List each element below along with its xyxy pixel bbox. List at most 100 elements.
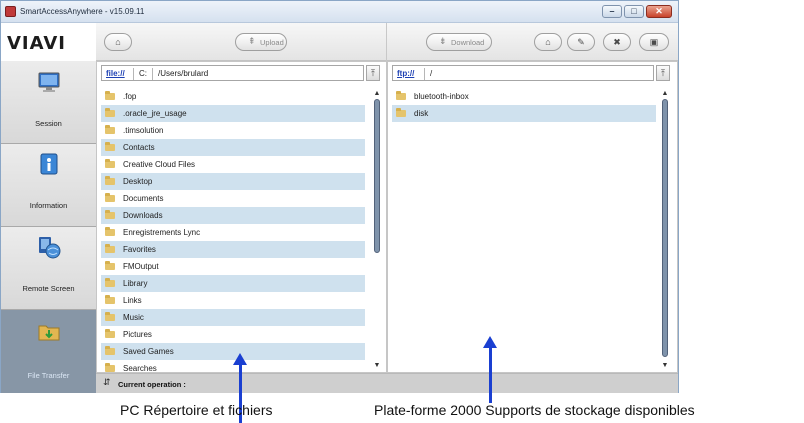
toolbar: ⌂ ⇞ Upload ⇟ Download ⌂ ✎ ✖ ▣ [96, 23, 678, 61]
remote-screen-icon [39, 237, 61, 259]
list-item[interactable]: .fop [101, 88, 365, 105]
list-item[interactable]: .timsolution [101, 122, 365, 139]
transfer-status-icon: ⇵ [103, 377, 111, 387]
list-item[interactable]: Links [101, 292, 365, 309]
list-item[interactable]: .oracle_jre_usage [101, 105, 365, 122]
sidebar-item-label: Session [35, 119, 62, 128]
list-item-label: Creative Cloud Files [123, 160, 196, 169]
scroll-down-icon[interactable]: ▼ [660, 362, 670, 370]
folder-icon [105, 108, 115, 117]
edit-icon: ✎ [577, 37, 585, 47]
delete-icon: ✖ [613, 37, 621, 47]
list-item-label: Favorites [123, 245, 156, 254]
list-item[interactable]: Documents [101, 190, 365, 207]
list-item[interactable]: Contacts [101, 139, 365, 156]
path-separator [152, 68, 153, 80]
local-pane: file:// C: /Users/brulard ⤒ .fop .oracle_… [96, 61, 387, 373]
sidebar: Session Information Remote Screen File T… [1, 61, 96, 393]
list-item[interactable]: Music [101, 309, 365, 326]
window-controls: – □ ✕ [602, 5, 672, 18]
list-item-label: Enregistrements Lync [123, 228, 201, 237]
folder-icon [105, 176, 115, 185]
list-item[interactable]: Favorites [101, 241, 365, 258]
local-home-button[interactable]: ⌂ [104, 33, 132, 51]
list-item-label: Contacts [123, 143, 155, 152]
folder-icon [105, 244, 115, 253]
current-operation-label: Current operation : [118, 380, 186, 389]
go-up-icon: ⤒ [371, 68, 375, 78]
list-item-label: .timsolution [123, 126, 164, 135]
list-item[interactable]: Pictures [101, 326, 365, 343]
local-scrollbar[interactable]: ▲ ▼ [372, 90, 382, 374]
sidebar-item-information[interactable]: Information [1, 144, 96, 227]
right-caption: Plate-forme 2000 Supports de stockage di… [374, 402, 695, 418]
folder-icon [105, 295, 115, 304]
upload-label: Upload [260, 38, 284, 47]
folder-icon [105, 346, 115, 355]
local-scheme-link[interactable]: file:// [106, 69, 125, 78]
list-item[interactable]: Library [101, 275, 365, 292]
remote-home-button[interactable]: ⌂ [534, 33, 562, 51]
upload-button[interactable]: ⇞ Upload [235, 33, 287, 51]
list-item-label: bluetooth-inbox [414, 92, 469, 101]
scroll-up-icon[interactable]: ▲ [660, 90, 670, 98]
upload-icon: ⇞ [248, 36, 256, 46]
sidebar-item-remote-screen[interactable]: Remote Screen [1, 227, 96, 310]
list-item-label: Documents [123, 194, 164, 203]
folder-icon [396, 91, 406, 100]
folder-icon [105, 142, 115, 151]
scroll-down-icon[interactable]: ▼ [372, 362, 382, 370]
close-icon[interactable]: ✕ [646, 5, 672, 18]
list-item[interactable]: disk [392, 105, 656, 122]
status-bar: ⇵ Current operation : [96, 373, 678, 393]
monitor-icon [38, 72, 60, 92]
local-up-button[interactable]: ⤒ [366, 65, 380, 81]
folder-icon [105, 159, 115, 168]
list-item[interactable]: Enregistrements Lync [101, 224, 365, 241]
folder-icon [105, 227, 115, 236]
brand-area: VIAVI [1, 23, 96, 61]
home-icon: ⌂ [545, 37, 551, 47]
sidebar-item-label: Remote Screen [22, 284, 75, 293]
list-item[interactable]: bluetooth-inbox [392, 88, 656, 105]
local-path-bar[interactable]: file:// C: /Users/brulard [101, 65, 364, 81]
window-title: SmartAccessAnywhere - v15.09.11 [20, 7, 145, 16]
rename-button[interactable]: ✎ [567, 33, 595, 51]
list-item-label: .oracle_jre_usage [123, 109, 187, 118]
list-item-label: Downloads [123, 211, 163, 220]
download-button[interactable]: ⇟ Download [426, 33, 492, 51]
local-scroll-thumb[interactable] [374, 99, 380, 253]
toolbar-divider [386, 23, 387, 61]
list-item-label: Pictures [123, 330, 152, 339]
folder-icon [105, 329, 115, 338]
new-folder-button[interactable]: ▣ [639, 33, 669, 51]
remote-scrollbar[interactable]: ▲ ▼ [660, 90, 670, 374]
list-item[interactable]: Creative Cloud Files [101, 156, 365, 173]
viavi-logo: VIAVI [7, 33, 66, 54]
minimize-icon[interactable]: – [602, 5, 622, 18]
remote-path-bar[interactable]: ftp:// / [392, 65, 654, 81]
folder-icon [105, 278, 115, 287]
scroll-up-icon[interactable]: ▲ [372, 90, 382, 98]
folder-icon [105, 312, 115, 321]
remote-pane: ftp:// / ⤒ bluetooth-inbox disk ▲ ▼ [387, 61, 678, 373]
delete-button[interactable]: ✖ [603, 33, 631, 51]
remote-scheme-link[interactable]: ftp:// [397, 69, 414, 78]
remote-up-button[interactable]: ⤒ [656, 65, 670, 81]
folder-icon [105, 125, 115, 134]
maximize-icon[interactable]: □ [624, 5, 644, 18]
list-item[interactable]: FMOutput [101, 258, 365, 275]
sidebar-item-session[interactable]: Session [1, 61, 96, 144]
info-icon [40, 153, 58, 175]
new-folder-icon: ▣ [649, 37, 659, 47]
sidebar-item-file-transfer[interactable]: File Transfer [1, 310, 96, 393]
remote-scroll-thumb[interactable] [662, 99, 668, 357]
go-up-icon: ⤒ [661, 68, 665, 78]
list-item[interactable]: Downloads [101, 207, 365, 224]
download-icon: ⇟ [439, 36, 447, 46]
folder-icon [105, 261, 115, 270]
list-item[interactable]: Desktop [101, 173, 365, 190]
list-item-label: Saved Games [123, 347, 174, 356]
list-item-label: .fop [123, 92, 137, 101]
home-icon: ⌂ [115, 37, 121, 47]
